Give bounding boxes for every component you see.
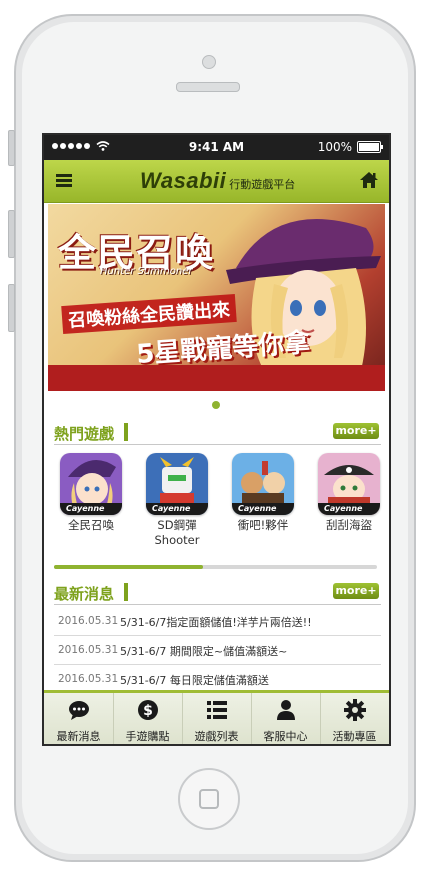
news-more-button[interactable]: more+ xyxy=(333,583,379,599)
person-icon xyxy=(276,700,295,720)
brand: Wasabii 行動遊戲平台 xyxy=(140,168,295,194)
tab-label: 客服中心 xyxy=(263,730,308,743)
game-icon-pirates[interactable]: Cayenne xyxy=(318,453,380,515)
news-item[interactable]: 2016.05.31 5/31-6/7 期間限定~儲值滿額送~ xyxy=(54,635,381,665)
news-header: 最新消息 more+ xyxy=(54,581,381,605)
game-icon-partners[interactable]: Cayenne xyxy=(232,453,294,515)
hot-games-more-button[interactable]: more+ xyxy=(333,423,379,439)
home-button[interactable] xyxy=(178,768,240,830)
battery-percent: 100% xyxy=(317,140,352,154)
news-date: 2016.05.31 xyxy=(58,615,119,627)
game-name: 衝吧!夥伴 xyxy=(237,518,289,532)
publisher-tag: Cayenne xyxy=(318,503,380,515)
game-item[interactable]: Cayenne SD鋼彈 Shooter xyxy=(140,453,214,548)
hot-games-title: 熱門遊戲 xyxy=(54,425,115,443)
tab-buy-points[interactable]: $ 手遊購點 xyxy=(113,693,183,744)
tab-support[interactable]: 客服中心 xyxy=(251,693,321,744)
brand-logo: Wasabii xyxy=(140,168,227,193)
tab-label: 手遊購點 xyxy=(125,730,170,743)
brand-subtitle: 行動遊戲平台 xyxy=(229,178,296,191)
volume-down-button xyxy=(8,284,15,332)
tab-label: 遊戲列表 xyxy=(194,730,239,743)
game-name: 刮刮海盜 xyxy=(326,518,372,532)
publisher-tag: Cayenne xyxy=(232,503,294,515)
mute-switch xyxy=(8,130,15,166)
carousel-indicator[interactable] xyxy=(212,401,220,409)
game-item[interactable]: Cayenne 衝吧!夥伴 xyxy=(226,453,300,533)
tab-news[interactable]: 最新消息 xyxy=(44,693,114,744)
volume-up-button xyxy=(8,210,15,258)
front-camera xyxy=(202,55,216,69)
hamburger-menu-icon[interactable] xyxy=(56,174,72,188)
tab-game-list[interactable]: 遊戲列表 xyxy=(182,693,252,744)
app-screen: 9:41 AM 100% Wasabii 行動遊戲平台 全民召喚 Hunter … xyxy=(42,133,391,746)
news-item[interactable]: 2016.05.31 5/31-6/7指定面額儲值!洋芋片兩倍送!! xyxy=(54,606,381,636)
svg-text:$: $ xyxy=(143,703,153,719)
top-navbar: Wasabii 行動遊戲平台 xyxy=(44,160,389,203)
news-date: 2016.05.31 xyxy=(58,673,119,685)
games-scroll-thumb[interactable] xyxy=(54,565,203,569)
news-text[interactable]: 5/31-6/7指定面額儲值!洋芋片兩倍送!! xyxy=(120,614,312,630)
game-item[interactable]: Cayenne 全民召喚 xyxy=(54,453,128,533)
status-bar: 9:41 AM 100% xyxy=(44,135,389,160)
news-title: 最新消息 xyxy=(54,585,115,603)
home-icon[interactable] xyxy=(359,170,379,190)
hot-games-header: 熱門遊戲 more+ xyxy=(54,421,381,445)
games-scrollbar[interactable] xyxy=(54,565,377,569)
promo-banner[interactable]: 全民召喚 Hunter Summoner 召喚粉絲全民讚出來 5星戰寵等你拿 xyxy=(48,204,385,391)
list-icon xyxy=(206,701,227,719)
title-accent-bar xyxy=(124,583,128,601)
bottom-tab-bar: 最新消息 $ 手遊購點 遊戲列表 客服中心 活動專區 xyxy=(44,690,389,744)
chat-bubble-icon xyxy=(68,701,89,720)
game-name: SD鋼彈 Shooter xyxy=(154,518,200,547)
publisher-tag: Cayenne xyxy=(60,503,122,515)
news-date: 2016.05.31 xyxy=(58,644,119,656)
dollar-coin-icon: $ xyxy=(137,700,158,720)
tab-events[interactable]: 活動專區 xyxy=(320,693,389,744)
news-text[interactable]: 5/31-6/7 期間限定~儲值滿額送~ xyxy=(120,643,287,659)
earpiece-speaker xyxy=(176,82,240,92)
hot-games-list: Cayenne 全民召喚 Cayenne SD鋼彈 Shooter Cayenn… xyxy=(54,453,389,557)
banner-stripe xyxy=(48,365,385,391)
battery-icon xyxy=(357,141,383,153)
gear-icon xyxy=(343,699,366,721)
title-accent-bar xyxy=(124,423,128,441)
game-icon-summoner[interactable]: Cayenne xyxy=(60,453,122,515)
divider xyxy=(54,604,381,605)
tab-label: 活動專區 xyxy=(332,730,377,743)
game-name: 全民召喚 xyxy=(68,518,114,532)
tab-label: 最新消息 xyxy=(56,730,101,743)
game-item[interactable]: Cayenne 刮刮海盜 xyxy=(312,453,386,533)
news-text[interactable]: 5/31-6/7 每日限定儲值滿額送 xyxy=(120,672,269,688)
divider xyxy=(54,444,381,445)
banner-subtitle: Hunter Summoner xyxy=(100,266,193,277)
game-icon-sd-gundam[interactable]: Cayenne xyxy=(146,453,208,515)
publisher-tag: Cayenne xyxy=(146,503,208,515)
